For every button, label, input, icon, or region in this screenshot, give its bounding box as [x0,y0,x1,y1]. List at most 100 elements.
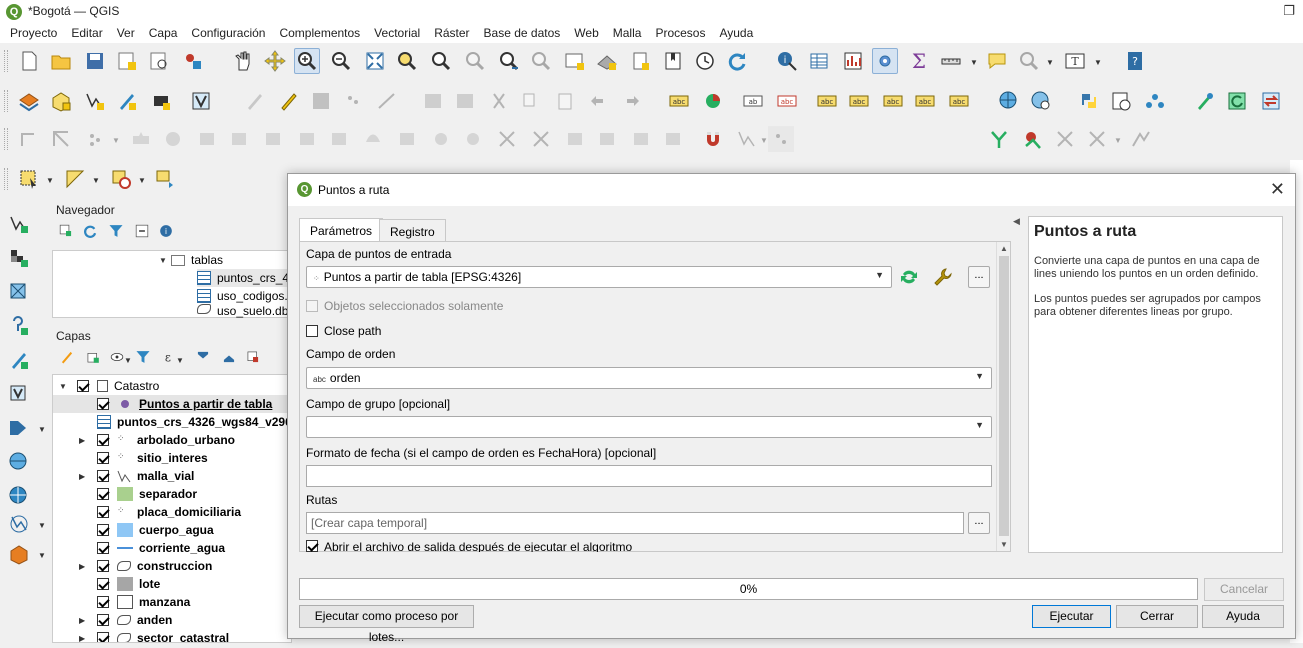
simplify-feature-icon[interactable] [128,126,154,152]
vertex-tool-icon[interactable] [374,88,400,114]
menu-editar[interactable]: Editar [62,24,107,43]
locate-dropdown-arrow[interactable]: ▼ [1046,58,1054,67]
snapping-options-dropdown-arrow[interactable]: ▼ [1114,136,1122,145]
menu-web[interactable]: Web [565,24,603,43]
map-tips-icon[interactable] [984,48,1010,74]
text-annotation-icon[interactable]: T [1062,48,1088,74]
filter-browser-icon[interactable] [106,220,126,242]
layer-visibility-checkbox[interactable] [97,470,109,482]
tab-registro[interactable]: Registro [379,219,446,242]
zoom-in-icon[interactable] [294,48,320,74]
group-visibility-checkbox[interactable] [77,380,89,392]
menu-base-de-datos[interactable]: Base de datos [475,24,566,43]
add-wms-layer-icon[interactable] [996,88,1022,114]
batch-process-button[interactable]: Ejecutar como proceso por lotes... [299,605,474,644]
snapping-to-intersection-icon[interactable] [986,126,1012,152]
layer-visibility-checkbox[interactable] [97,596,109,608]
new-spatialite-layer-icon[interactable] [148,88,174,114]
rotate-point-symbols-icon[interactable] [428,126,454,152]
menu-ayuda[interactable]: Ayuda [710,24,758,43]
layer-visibility-checkbox[interactable] [97,452,109,464]
offset-point-symbols-icon[interactable] [460,126,486,152]
layer-row-puntos-crs[interactable]: puntos_crs_4326_wgs84_v296 [97,413,291,431]
tab-parametros[interactable]: Parámetros [299,218,384,243]
show-hide-labels-icon[interactable]: abc [846,88,872,114]
arcgis-dropdown-arrow[interactable]: ▼ [38,521,46,530]
scale-dependent-snapping-icon[interactable] [1084,126,1110,152]
layer-row-construccion[interactable]: ▶ construccion [79,557,212,575]
layer-row-malla-vial[interactable]: ▶ malla_vial [79,467,194,485]
layer-visibility-checkbox[interactable] [97,632,109,642]
reload-layers-icon[interactable] [1224,88,1250,114]
browser-folder-tablas[interactable]: ▼ tablas [159,251,223,269]
menu-malla[interactable]: Malla [604,24,647,43]
open-output-checkbox[interactable]: Abrir el archivo de salida después de ej… [306,540,632,552]
switch-layers-icon[interactable] [1258,88,1284,114]
add-vector-layer-icon[interactable] [6,211,32,237]
layer-labeling-icon[interactable]: abc [666,88,692,114]
expand-arrow-icon[interactable]: ▶ [79,634,91,643]
expression-dropdown-arrow[interactable]: ▼ [176,356,184,365]
order-field-select[interactable]: abc orden ▼ [306,367,992,389]
remove-layer-icon[interactable] [242,346,264,368]
expand-arrow-icon[interactable]: ▼ [159,256,171,265]
menu-configuracion[interactable]: Configuración [182,24,270,43]
layer-row-puntos-a-partir-de-tabla[interactable]: Puntos a partir de tabla [53,395,291,413]
modify-attributes-icon[interactable] [420,88,446,114]
fill-ring-icon[interactable] [194,126,220,152]
selected-only-checkbox[interactable]: Objetos seleccionados solamente [306,299,503,313]
toolbar-grip[interactable] [4,90,8,112]
toggle-editing-icon[interactable] [276,88,302,114]
browser-item-uso-codigos[interactable]: uso_codigos.csv [197,287,289,305]
disable-snapping-icon[interactable] [1052,126,1078,152]
filter-by-expression-icon[interactable]: ε [156,346,178,368]
menu-proyecto[interactable]: Proyecto [0,24,62,43]
expand-arrow-icon[interactable]: ▶ [79,436,91,445]
annotation-dropdown-arrow[interactable]: ▼ [1094,58,1102,67]
collapse-arrow-icon[interactable]: ▼ [59,382,71,391]
layer-row-sector-catastral[interactable]: ▶ sector_catastral [79,629,229,643]
collapse-help-arrow-icon[interactable]: ◀ [1013,216,1020,227]
zoom-full-icon[interactable] [362,48,388,74]
new-geopackage-layer-icon[interactable] [48,88,74,114]
processing-toolbox-icon[interactable] [872,48,898,74]
add-delimited-text-layer-icon[interactable] [6,313,32,339]
add-wfs-layer-icon[interactable] [1028,88,1054,114]
deselect-features-icon[interactable] [108,166,134,192]
refresh-icon[interactable] [724,48,750,74]
enable-snapping-magnet-icon[interactable] [700,126,726,152]
layer-row-cuerpo-agua[interactable]: cuerpo_agua [97,521,214,539]
unpinned-labels-icon[interactable]: abc [774,88,800,114]
highlight-pinned-labels-icon[interactable]: ab [740,88,766,114]
layout-manager-icon[interactable] [146,48,172,74]
snapping-tool-icon[interactable] [528,126,554,152]
delete-part-icon[interactable] [260,126,286,152]
undo-icon[interactable] [586,88,612,114]
scrollbar-thumb[interactable] [999,256,1009,536]
add-raster-layer-icon[interactable] [6,245,32,271]
layer-group-catastro[interactable]: ▼ Catastro [59,377,159,395]
layer-visibility-checkbox[interactable] [97,524,109,536]
new-project-icon[interactable] [16,48,42,74]
browse-output-button[interactable]: ... [968,512,990,534]
properties-info-icon[interactable]: i [156,220,176,242]
split-parts-icon[interactable] [326,126,352,152]
identify-features-icon[interactable]: i [774,48,800,74]
add-wfs-layer-icon[interactable] [6,449,32,475]
menu-vectorial[interactable]: Vectorial [365,24,425,43]
select-expression-dropdown-arrow[interactable]: ▼ [92,176,100,185]
layer-visibility-checkbox[interactable] [97,560,109,572]
layer-row-arbolado-urbano[interactable]: ▶ ⁘ arbolado_urbano [79,431,235,449]
browse-input-button[interactable]: ... [968,266,990,288]
add-wcs-layer-icon[interactable] [6,483,32,509]
layer-visibility-checkbox[interactable] [97,578,109,590]
group-field-select[interactable]: ▼ [306,416,992,438]
menu-complementos[interactable]: Complementos [270,24,365,43]
data-source-manager-icon[interactable] [16,88,42,114]
reshape-features-icon[interactable] [48,126,74,152]
open-attribute-table-icon[interactable] [806,48,832,74]
tracing-tool-icon[interactable] [562,126,588,152]
select-features-icon[interactable] [16,166,42,192]
close-dialog-button[interactable]: ✕ [1270,179,1285,200]
browser-item-uso-suelo[interactable]: uso_suelo.dbf [197,304,289,318]
